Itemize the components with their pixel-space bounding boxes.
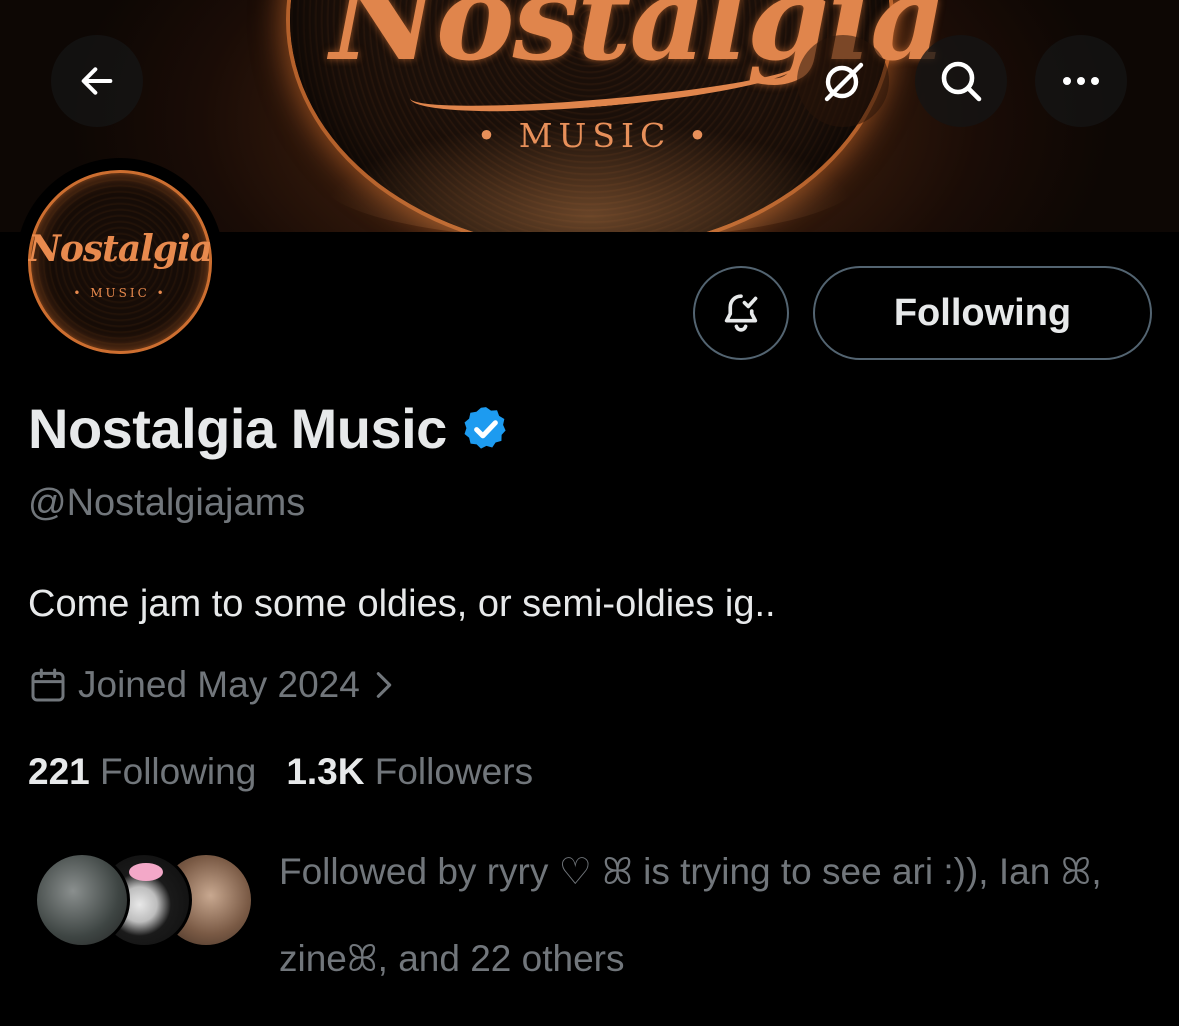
calendar-icon [31,668,65,702]
grok-button[interactable] [797,35,889,127]
bell-check-icon [724,294,758,332]
profile-avatar-ring[interactable]: Nostalgia • MUSIC • [16,158,224,366]
notifications-button[interactable] [693,266,789,360]
avatar-logo-text: Nostalgia [28,228,212,270]
more-icon [1063,77,1099,85]
followers-label: Followers [374,751,534,792]
following-button[interactable]: Following [813,266,1152,360]
avatar[interactable]: Nostalgia • MUSIC • [28,170,212,354]
display-name: Nostalgia Music [28,397,447,460]
following-stat[interactable]: 221 Following [28,751,256,793]
search-button[interactable] [915,35,1007,127]
back-button[interactable] [51,35,143,127]
followed-by-line: zineꕤ, and 22 others [279,938,625,979]
arrow-left-icon [81,67,113,95]
followers-stat[interactable]: 1.3K Followers [286,751,533,793]
user-handle: @Nostalgiajams [28,482,306,524]
profile-bio: Come jam to some oldies, or semi-oldies … [28,583,776,625]
followed-by-avatars[interactable] [34,852,254,948]
joined-date-row[interactable]: Joined May 2024 [28,664,398,706]
avatar-sub-text: • MUSIC • [73,286,167,300]
verified-badge-icon[interactable] [461,404,511,454]
display-name-row: Nostalgia Music [28,396,511,461]
grok-icon [824,62,864,102]
following-label: Following [100,751,257,792]
following-count: 221 [28,751,90,792]
chevron-right-icon [376,672,392,698]
followed-by-text[interactable]: Followed by ryry ♡ ꕤ is trying to see ar… [279,828,1159,1002]
followed-by-line: Followed by ryry ♡ ꕤ is trying to see ar… [279,851,1102,892]
follow-stats: 221 Following 1.3K Followers [28,751,533,793]
search-icon [941,61,982,102]
followers-count: 1.3K [286,751,365,792]
more-button[interactable] [1035,35,1127,127]
joined-date: Joined May 2024 [78,664,360,705]
banner-subtext: • MUSIC • [476,116,714,155]
avatar [34,852,130,948]
